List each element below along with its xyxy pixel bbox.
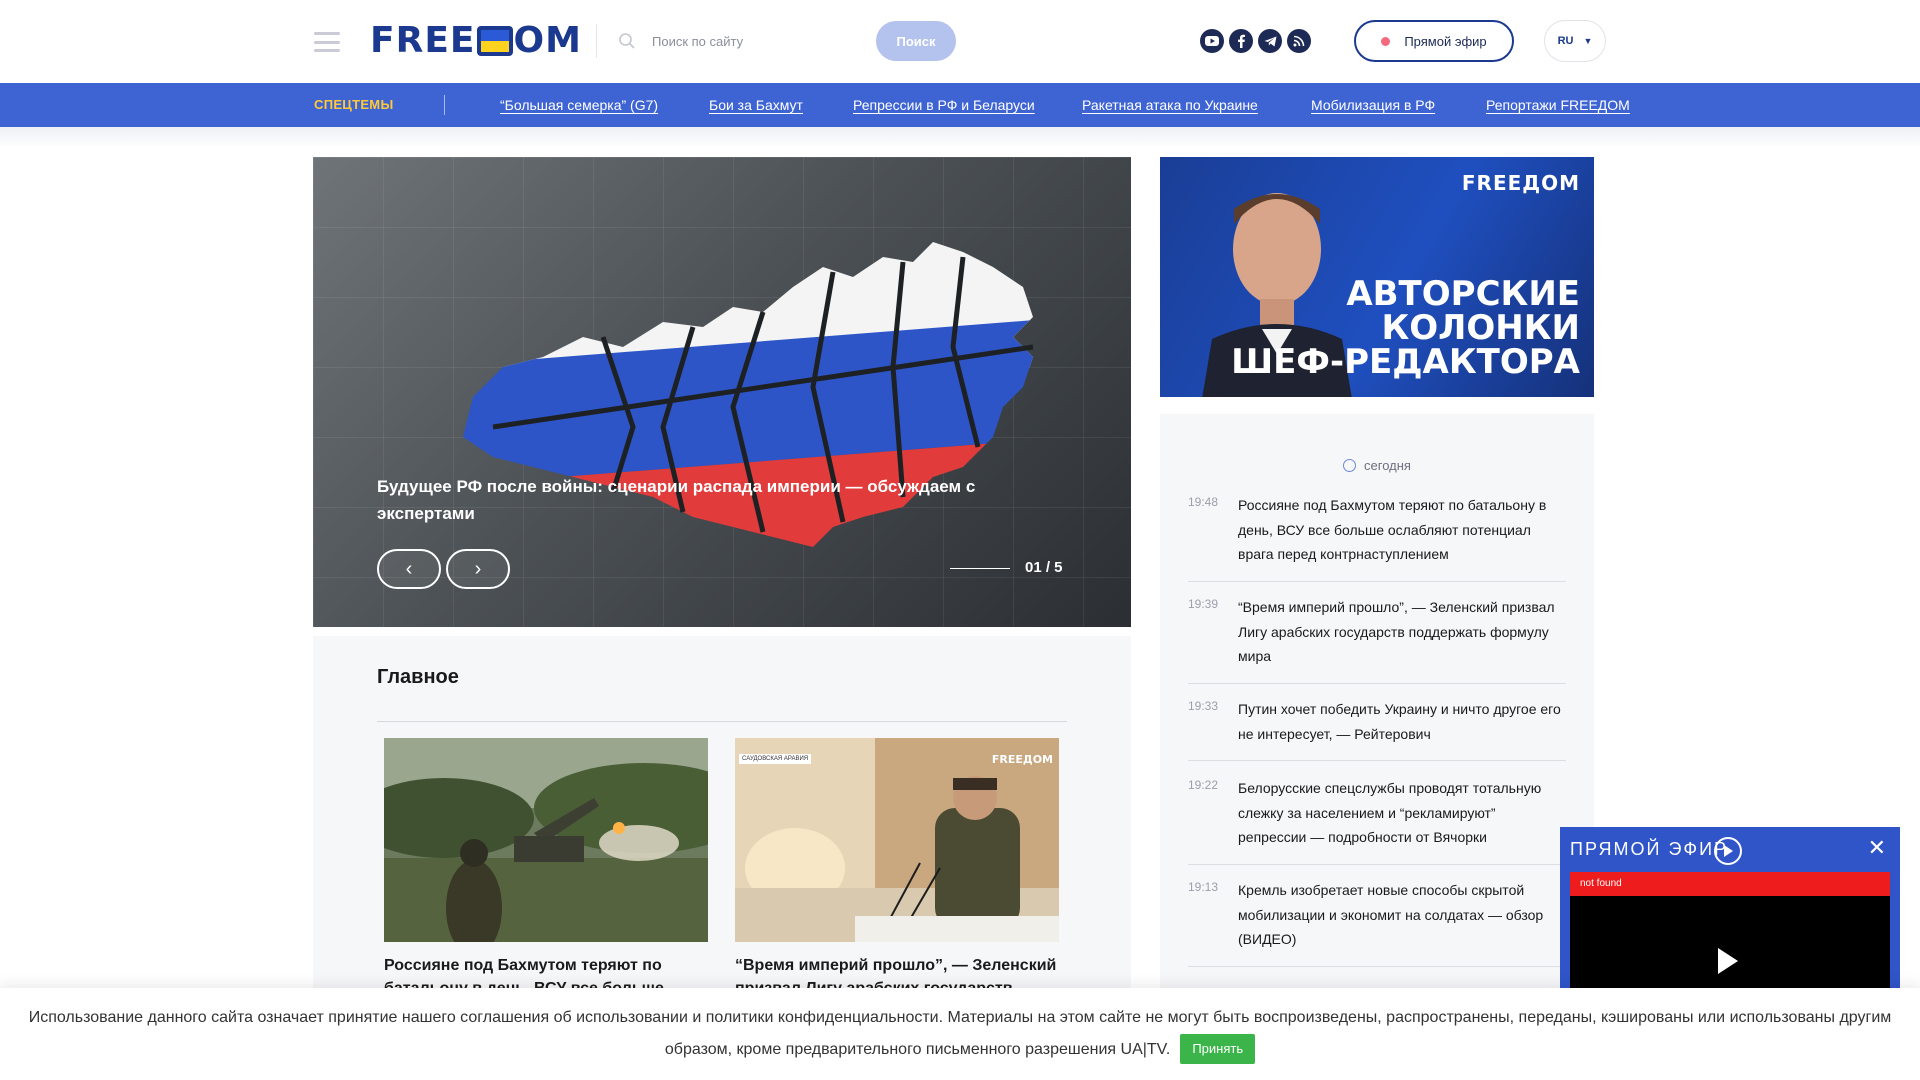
feed-item-title[interactable]: Россияне под Бахмутом теряют по батальон…	[1238, 493, 1566, 567]
feed-date-label: сегодня	[1364, 458, 1411, 473]
language-label: RU	[1557, 35, 1574, 47]
site-header: FREEOM Поиск Прямой эфир RU ▼	[0, 0, 1920, 83]
hero-headline[interactable]: Будущее РФ после войны: сценарии распада…	[377, 473, 1017, 527]
close-icon[interactable]: ✕	[1868, 835, 1886, 861]
youtube-icon[interactable]	[1200, 29, 1224, 53]
feed-item[interactable]: 19:48 Россияне под Бахмутом теряют по ба…	[1188, 493, 1566, 582]
video-play-icon[interactable]	[1718, 948, 1738, 974]
cookie-consent-bar: Использование данного сайта означает при…	[0, 988, 1920, 1080]
cookie-message: Использование данного сайта означает при…	[28, 1009, 1892, 1058]
feed-item-time: 19:48	[1188, 495, 1219, 509]
feed-item-title[interactable]: Кремль изобретает новые способы скрытой …	[1238, 878, 1566, 952]
hero-slider[interactable]: Будущее РФ после войны: сценарии распада…	[313, 157, 1131, 627]
special-topic-g7[interactable]: “Большая семерка” (G7)	[500, 83, 658, 127]
section-title: Главное	[377, 666, 459, 688]
news-feed: сегодня 19:48 Россияне под Бахмутом теря…	[1160, 414, 1594, 1080]
feed-item[interactable]: 19:13 Кремль изобретает новые способы ск…	[1188, 878, 1566, 967]
language-selector[interactable]: RU ▼	[1544, 20, 1606, 62]
search-input[interactable]	[652, 24, 862, 58]
clock-icon	[1343, 459, 1357, 472]
special-topic-repressions[interactable]: Репрессии в РФ и Беларуси	[853, 83, 1035, 127]
play-circle-icon[interactable]	[1714, 837, 1742, 865]
feed-item[interactable]: 19:22 Белорусские спецслужбы проводят то…	[1188, 776, 1566, 865]
chevron-down-icon: ▼	[1583, 36, 1593, 46]
banner-line: АВТОРСКИЕ	[1346, 274, 1580, 314]
logo-flag-letter	[476, 26, 513, 56]
menu-burger-icon[interactable]	[314, 32, 340, 52]
author-columns-banner[interactable]: FREEДOM АВТОРСКИЕ КОЛОНКИ ШЕФ-РЕДАКТОРА	[1160, 157, 1594, 397]
news-card-image[interactable]	[384, 738, 708, 942]
player-error-bar: not found	[1570, 872, 1890, 896]
hero-next-button[interactable]: ›	[446, 549, 510, 589]
feed-item-time: 19:39	[1188, 597, 1219, 611]
feed-item-time: 19:33	[1188, 699, 1219, 713]
search-button[interactable]: Поиск	[876, 21, 956, 61]
site-logo[interactable]: FREE OM	[370, 22, 582, 60]
special-topic-missile-attack[interactable]: Ракетная атака по Украине	[1082, 83, 1258, 127]
feed-date-header: сегодня	[1160, 458, 1594, 473]
feed-item-time: 19:22	[1188, 778, 1219, 792]
special-topic-reports[interactable]: Репортажи FREEДOM	[1486, 83, 1630, 127]
banner-headline: АВТОРСКИЕ КОЛОНКИ ШЕФ-РЕДАКТОРА	[1231, 277, 1580, 379]
image-channel-logo: FREEДOM	[991, 753, 1053, 766]
hero-image-cracked-map	[463, 242, 1034, 547]
banner-line: ШЕФ-РЕДАКТОРА	[1231, 342, 1580, 382]
cookie-consent-text: Использование данного сайта означает при…	[20, 1002, 1900, 1066]
live-indicator-icon	[1381, 36, 1391, 46]
chevron-left-icon: ‹	[405, 557, 413, 580]
special-topics-label: СПЕЦТЕМЫ	[314, 97, 394, 112]
hero-prev-button[interactable]: ‹	[377, 549, 441, 589]
section-divider	[377, 721, 1067, 722]
special-topic-bakhmut[interactable]: Бои за Бахмут	[709, 83, 803, 127]
banner-logo: FREEДOM	[1461, 171, 1580, 195]
search-icon[interactable]	[618, 32, 636, 50]
image-location-tag: САУДОВСКАЯ АРАВИЯ	[739, 754, 812, 764]
accept-cookies-button[interactable]: Принять	[1180, 1034, 1256, 1064]
news-card[interactable]: САУДОВСКАЯ АРАВИЯ FREEДOM “Время империй…	[735, 738, 1059, 1000]
live-stream-label: Прямой эфир	[1404, 33, 1487, 49]
hero-slide-counter: 01 / 5	[1025, 559, 1063, 576]
feed-item[interactable]: 19:39 “Время империй прошло”, — Зеленски…	[1188, 595, 1566, 684]
news-card[interactable]: Россияне под Бахмутом теряют по батальон…	[384, 738, 708, 1000]
live-stream-button[interactable]: Прямой эфир	[1354, 20, 1514, 62]
rss-icon[interactable]	[1287, 29, 1311, 53]
live-player-title: ПРЯМОЙ ЭФИР	[1570, 839, 1729, 859]
telegram-icon[interactable]	[1258, 29, 1282, 53]
chevron-right-icon: ›	[474, 557, 482, 580]
special-topics-nav: СПЕЦТЕМЫ “Большая семерка” (G7) Бои за Б…	[0, 83, 1920, 127]
facebook-icon[interactable]	[1229, 29, 1253, 53]
feed-item-title[interactable]: Белорусские спецслужбы проводят тотальну…	[1238, 776, 1566, 850]
feed-item[interactable]: 19:33 Путин хочет победить Украину и нич…	[1188, 697, 1566, 761]
nav-divider	[444, 95, 445, 115]
feed-item-title[interactable]: “Время империй прошло”, — Зеленский приз…	[1238, 595, 1566, 669]
header-divider	[596, 24, 597, 58]
special-topic-mobilization[interactable]: Мобилизация в РФ	[1311, 83, 1435, 127]
feed-item-title[interactable]: Путин хочет победить Украину и ничто дру…	[1238, 697, 1566, 746]
banner-line: КОЛОНКИ	[1381, 308, 1580, 348]
hero-progress-line	[950, 568, 1010, 569]
news-card-image[interactable]: САУДОВСКАЯ АРАВИЯ FREEДOM	[735, 738, 1059, 942]
feed-item-time: 19:13	[1188, 880, 1219, 894]
nav-shadow	[0, 127, 1920, 149]
